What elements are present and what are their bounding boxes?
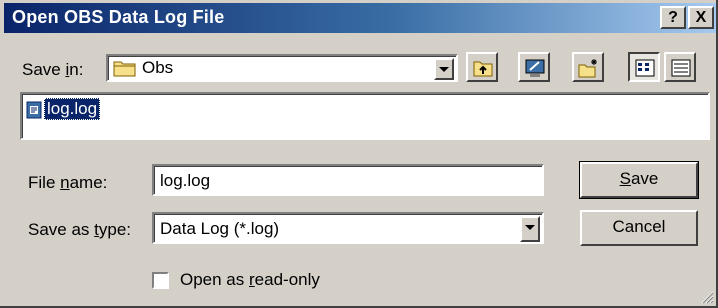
dialog-title: Open OBS Data Log File: [12, 7, 225, 27]
save-in-label: Save in:: [22, 60, 83, 80]
list-view-button[interactable]: [628, 52, 660, 82]
save-in-label-part: n:: [69, 60, 84, 79]
help-button[interactable]: ?: [660, 6, 686, 29]
file-name-label: File name:: [28, 173, 107, 193]
file-name-item: log.log: [44, 98, 101, 120]
save-as-type-label-part: Save as: [28, 220, 95, 239]
save-as-type-select[interactable]: Data Log (*.log): [152, 212, 544, 244]
save-in-combobox[interactable]: Obs: [106, 54, 458, 82]
read-only-label-part: ead-only: [254, 270, 320, 289]
desktop-icon: [525, 59, 545, 77]
save-as-type-dropdown-button[interactable]: [520, 216, 540, 242]
save-button[interactable]: Save: [579, 161, 699, 199]
log-file-icon: [26, 101, 42, 119]
save-in-label-part: Save: [22, 60, 66, 79]
save-as-type-label: Save as type:: [28, 220, 131, 240]
title-bar[interactable]: Open OBS Data Log File ? X: [4, 3, 716, 33]
cancel-button-label: Cancel: [612, 217, 666, 236]
save-in-dropdown-button[interactable]: [434, 58, 454, 80]
folder-icon: [113, 61, 136, 77]
read-only-label-part: Open as: [180, 270, 249, 289]
new-folder-button[interactable]: [572, 52, 604, 82]
file-name-label-part: ame:: [69, 173, 108, 192]
new-folder-icon: [578, 59, 597, 78]
help-icon: ?: [668, 9, 678, 26]
read-only-checkbox[interactable]: [152, 272, 169, 289]
file-list[interactable]: log.log: [20, 92, 710, 140]
close-button[interactable]: X: [688, 6, 714, 29]
file-name-value: log.log: [160, 171, 211, 190]
list-view-icon: [635, 59, 655, 77]
read-only-label[interactable]: Open as read-only: [180, 270, 320, 290]
save-as-type-label-part: ype:: [98, 220, 132, 239]
save-button-accel: S: [619, 169, 631, 188]
save-button-label: ave: [630, 169, 659, 188]
file-name-label-part: File: [28, 173, 61, 192]
up-one-level-icon: [473, 61, 493, 77]
open-file-dialog: Open OBS Data Log File ? X Save in: Obs: [0, 0, 718, 308]
desktop-button[interactable]: [518, 52, 550, 82]
close-icon: X: [695, 9, 707, 26]
up-one-level-button[interactable]: [466, 52, 498, 82]
file-name-label-accel: n: [60, 173, 70, 192]
save-in-value: Obs: [142, 58, 174, 77]
file-name-input[interactable]: log.log: [152, 164, 544, 196]
details-view-button[interactable]: [664, 52, 696, 82]
details-view-icon: [671, 59, 691, 77]
cancel-button[interactable]: Cancel: [580, 210, 698, 246]
resize-grip-icon[interactable]: [700, 290, 714, 304]
save-as-type-value: Data Log (*.log): [160, 219, 280, 238]
